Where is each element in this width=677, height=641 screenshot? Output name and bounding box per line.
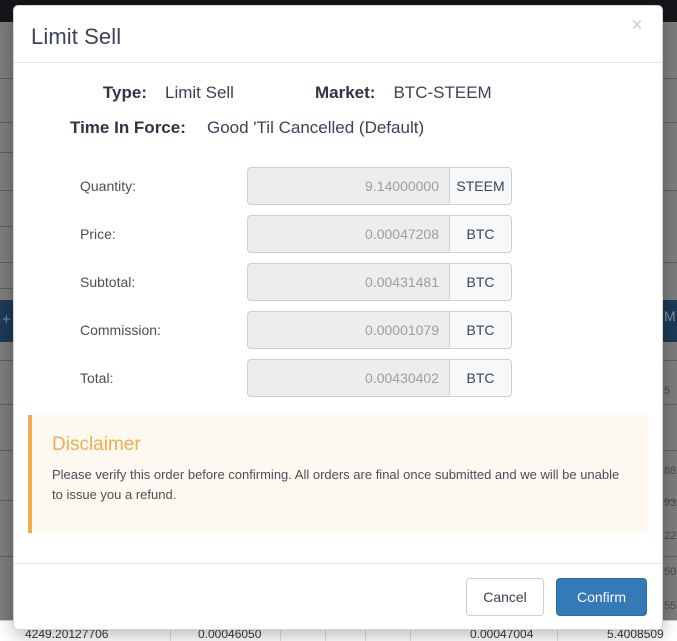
background-edge-value: 88 xyxy=(664,465,677,477)
commission-unit-addon: BTC xyxy=(449,311,512,349)
summary-row-type-market: Type: Limit Sell Market: BTC-STEEM xyxy=(14,83,662,118)
market-glyph: M xyxy=(664,308,676,324)
summary-row-time-in-force: Time In Force: Good 'Til Cancelled (Defa… xyxy=(14,118,662,153)
background-edge-value: 50 xyxy=(664,566,677,578)
price-unit-addon: BTC xyxy=(449,215,512,253)
background-gridline xyxy=(0,288,14,289)
background-gridline xyxy=(0,226,14,227)
market-label: Market: xyxy=(315,83,376,102)
background-edge-value: 55 xyxy=(664,600,677,612)
type-value: Limit Sell xyxy=(165,83,234,102)
background-gridline xyxy=(0,78,14,79)
background-gridline xyxy=(0,360,14,361)
disclaimer-panel: Disclaimer Please verify this order befo… xyxy=(28,415,648,533)
commission-input-group: BTC xyxy=(247,311,512,349)
background-gridline xyxy=(663,122,677,123)
page-title: Limit Sell xyxy=(31,24,122,49)
total-label: Total: xyxy=(80,370,114,386)
background-gridline xyxy=(663,404,677,405)
field-row-price: Price: BTC xyxy=(14,210,662,258)
subtotal-label: Subtotal: xyxy=(80,274,136,290)
background-gridline xyxy=(0,152,14,153)
total-unit-addon: BTC xyxy=(449,359,512,397)
price-input-group: BTC xyxy=(247,215,512,253)
quantity-input-group: STEEM xyxy=(247,167,512,205)
background-gridline xyxy=(0,450,14,451)
subtotal-input-group: BTC xyxy=(247,263,512,301)
price-label: Price: xyxy=(80,226,116,242)
background-edge-value: 93 xyxy=(664,497,677,509)
background-gridline xyxy=(0,122,14,123)
disclaimer-text: Please verify this order before confirmi… xyxy=(52,467,620,503)
time-in-force-value: Good 'Til Cancelled (Default) xyxy=(207,118,425,137)
background-gridline xyxy=(0,500,14,501)
quantity-unit-addon: STEEM xyxy=(449,167,512,205)
subtotal-unit-addon: BTC xyxy=(449,263,512,301)
field-row-total: Total: BTC xyxy=(14,354,662,402)
commission-label: Commission: xyxy=(80,322,161,338)
field-row-subtotal: Subtotal: BTC xyxy=(14,258,662,306)
total-input[interactable] xyxy=(247,359,449,397)
order-fields: Quantity: STEEM Price: BTC Subtotal: BTC xyxy=(14,162,662,402)
market-value: BTC-STEEM xyxy=(393,83,492,102)
close-icon[interactable]: × xyxy=(626,15,648,37)
background-gridline xyxy=(663,190,677,191)
time-in-force-label: Time In Force: xyxy=(70,118,186,137)
background-gridline xyxy=(663,556,677,557)
modal-header: Limit Sell × xyxy=(14,6,662,63)
disclaimer-title: Disclaimer xyxy=(52,434,141,455)
quantity-input[interactable] xyxy=(247,167,449,205)
background-gridline xyxy=(663,360,677,361)
total-input-group: BTC xyxy=(247,359,512,397)
background-edge-value: 22 xyxy=(664,530,677,542)
field-row-quantity: Quantity: STEEM xyxy=(14,162,662,210)
modal-footer: Cancel Confirm xyxy=(14,563,662,629)
background-gridline xyxy=(0,190,14,191)
background-gridline xyxy=(663,262,677,263)
background-gridline xyxy=(663,78,677,79)
background-gridline xyxy=(0,262,14,263)
commission-input[interactable] xyxy=(247,311,449,349)
background-gridline xyxy=(663,450,677,451)
order-summary: Type: Limit Sell Market: BTC-STEEM Time … xyxy=(14,63,662,153)
background-gridline xyxy=(0,556,14,557)
limit-sell-modal: Limit Sell × Type: Limit Sell Market: BT… xyxy=(13,5,663,630)
background-edge-value: 5 xyxy=(664,385,671,397)
cancel-button[interactable]: Cancel xyxy=(466,577,544,616)
price-input[interactable] xyxy=(247,215,449,253)
modal-body: Type: Limit Sell Market: BTC-STEEM Time … xyxy=(14,63,662,533)
subtotal-input[interactable] xyxy=(247,263,449,301)
type-label: Type: xyxy=(102,83,147,102)
confirm-button[interactable]: Confirm xyxy=(556,577,647,616)
field-row-commission: Commission: BTC xyxy=(14,306,662,354)
background-gridline xyxy=(0,404,14,405)
quantity-label: Quantity: xyxy=(80,178,137,194)
